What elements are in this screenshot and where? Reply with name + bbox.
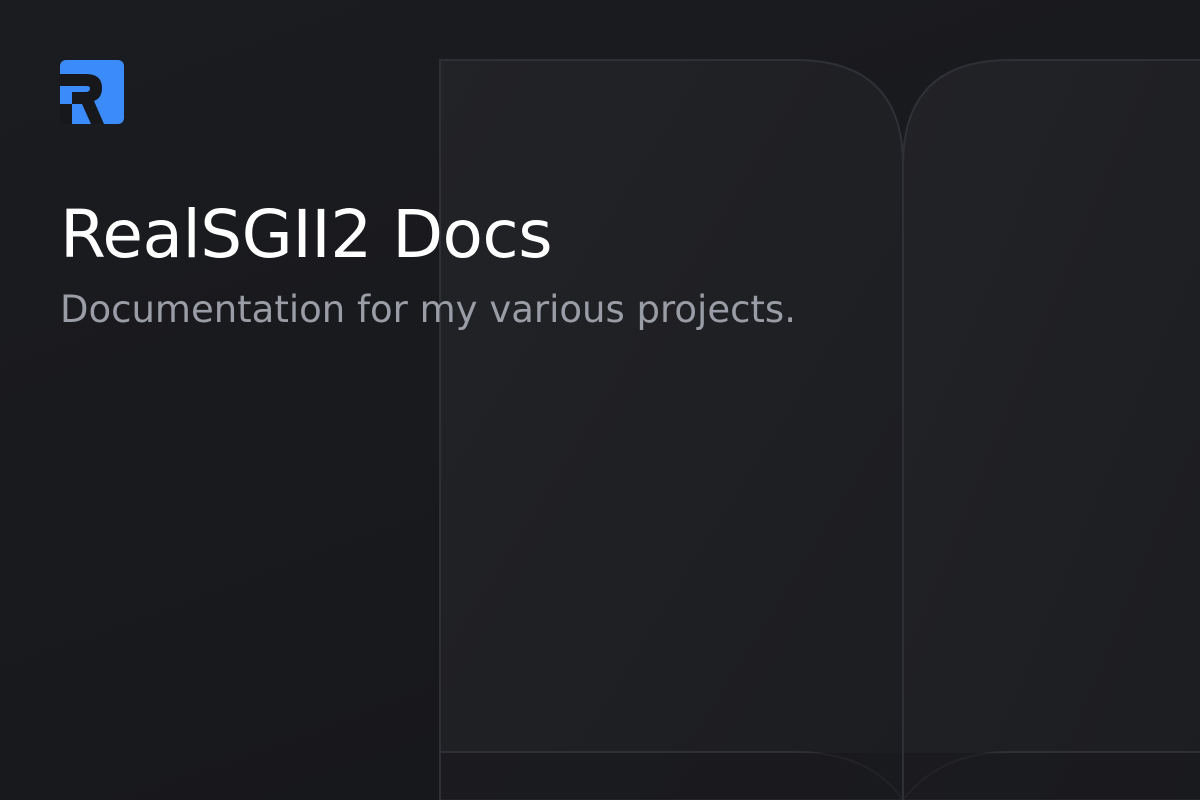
open-book-icon (439, 59, 1200, 800)
page-subtitle: Documentation for my various projects. (60, 288, 796, 331)
book-right-page (902, 59, 1200, 800)
og-card: RealSGII2 Docs Documentation for my vari… (0, 0, 1200, 800)
r-logo-icon (60, 60, 124, 124)
page-title: RealSGII2 Docs (60, 196, 553, 273)
book-left-page (439, 59, 904, 800)
